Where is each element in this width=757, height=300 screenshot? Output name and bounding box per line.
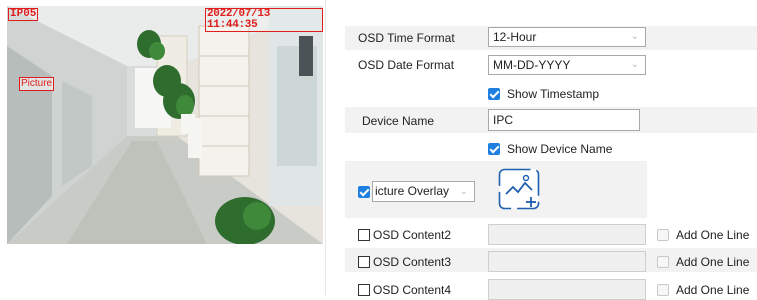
video-preview[interactable]: IP05 2022/07/13 11:44:35 Picture [7, 6, 323, 244]
device-name-input[interactable]: IPC [488, 109, 640, 131]
osd-content3-add-line-label[interactable]: Add One Line [676, 255, 749, 269]
osd-content3-label[interactable]: OSD Content3 [373, 255, 451, 269]
chevron-down-icon: ⌄ [459, 186, 468, 197]
chevron-down-icon: ⌄ [630, 59, 639, 70]
picture-overlay-checkbox[interactable] [358, 186, 370, 198]
osd-content4-add-line-checkbox[interactable] [657, 284, 669, 296]
time-format-select[interactable]: 12-Hour ⌄ [488, 27, 646, 47]
osd-content3-add-line-checkbox[interactable] [657, 256, 669, 268]
osd-content2-checkbox[interactable] [358, 229, 370, 241]
osd-timestamp-overlay[interactable]: 2022/07/13 11:44:35 [205, 8, 323, 32]
show-device-name-label[interactable]: Show Device Name [507, 142, 612, 156]
chevron-down-icon: ⌄ [630, 31, 639, 42]
osd-content2-input[interactable] [488, 224, 646, 245]
video-preview-panel: IP05 2022/07/13 11:44:35 Picture [0, 0, 326, 295]
osd-content2-add-line-label[interactable]: Add One Line [676, 228, 749, 242]
picture-overlay-value: icture Overlay [375, 184, 450, 198]
osd-content2-add-line-checkbox[interactable] [657, 229, 669, 241]
picture-overlay-select[interactable]: icture Overlay ⌄ [372, 181, 475, 202]
osd-content4-input[interactable] [488, 279, 646, 300]
show-timestamp-label[interactable]: Show Timestamp [507, 87, 599, 101]
osd-settings-form: OSD Time Format 12-Hour ⌄ OSD Date Forma… [345, 0, 757, 300]
image-upload-icon[interactable] [498, 168, 540, 210]
time-format-label: OSD Time Format [358, 31, 455, 45]
date-format-label: OSD Date Format [358, 58, 455, 72]
osd-content2-label[interactable]: OSD Content2 [373, 228, 451, 242]
corridor-scene [7, 6, 323, 244]
osd-content3-checkbox[interactable] [358, 256, 370, 268]
osd-picture-overlay[interactable]: Picture [19, 77, 55, 91]
date-format-select[interactable]: MM-DD-YYYY ⌄ [488, 55, 646, 75]
osd-content4-checkbox[interactable] [358, 284, 370, 296]
time-format-value: 12-Hour [493, 30, 537, 44]
show-device-name-checkbox[interactable] [488, 143, 500, 155]
show-timestamp-checkbox[interactable] [488, 88, 500, 100]
osd-content3-input[interactable] [488, 251, 646, 272]
osd-device-name-overlay[interactable]: IP05 [8, 8, 39, 21]
date-format-value: MM-DD-YYYY [493, 58, 571, 72]
device-name-label: Device Name [362, 114, 435, 128]
